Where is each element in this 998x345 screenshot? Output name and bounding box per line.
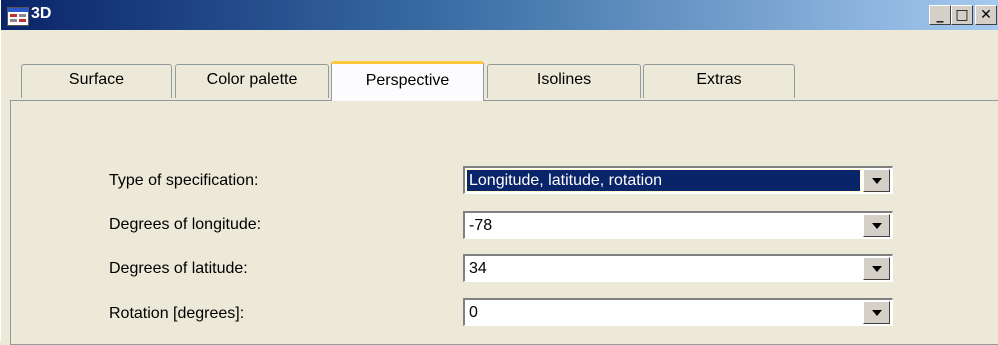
table-grid-icon[interactable] — [7, 7, 29, 26]
window-title: 3D — [31, 5, 52, 22]
chevron-down-icon — [872, 178, 882, 184]
dropdown-button[interactable] — [863, 169, 890, 192]
rotation-degrees-select[interactable]: 0 — [463, 298, 893, 326]
type-of-specification-value: Longitude, latitude, rotation — [466, 169, 861, 192]
dropdown-button[interactable] — [863, 214, 890, 237]
type-of-specification-select[interactable]: Longitude, latitude, rotation — [463, 166, 893, 194]
degrees-of-longitude-label: Degrees of longitude: — [109, 216, 262, 233]
tab-color-palette[interactable]: Color palette — [175, 64, 329, 98]
degrees-of-longitude-select[interactable]: -78 — [463, 211, 893, 239]
minimize-button[interactable]: _ — [929, 5, 951, 25]
title-bar[interactable]: 3D _ □ ✕ — [1, 0, 998, 30]
tab-surface[interactable]: Surface — [21, 64, 172, 98]
degrees-of-latitude-label: Degrees of latitude: — [109, 260, 248, 277]
degrees-of-longitude-value: -78 — [469, 217, 493, 234]
close-button[interactable]: ✕ — [975, 5, 997, 25]
rotation-degrees-label: Rotation [degrees]: — [109, 305, 245, 322]
chevron-down-icon — [872, 223, 882, 229]
dropdown-button[interactable] — [863, 301, 890, 324]
rotation-degrees-value: 0 — [469, 304, 478, 321]
dropdown-button[interactable] — [863, 257, 890, 280]
tab-strip: Surface Color palette Perspective Isolin… — [1, 30, 998, 110]
tab-extras[interactable]: Extras — [643, 64, 795, 98]
type-of-specification-label: Type of specification: — [109, 172, 259, 189]
window-3d: 3D _ □ ✕ Surface Color palette Perspecti… — [0, 0, 998, 345]
maximize-button[interactable]: □ — [951, 5, 973, 25]
chevron-down-icon — [872, 310, 882, 316]
tab-perspective[interactable]: Perspective — [331, 61, 484, 101]
tab-isolines[interactable]: Isolines — [487, 64, 641, 98]
chevron-down-icon — [872, 266, 882, 272]
degrees-of-latitude-value: 34 — [469, 260, 487, 277]
degrees-of-latitude-select[interactable]: 34 — [463, 254, 893, 282]
